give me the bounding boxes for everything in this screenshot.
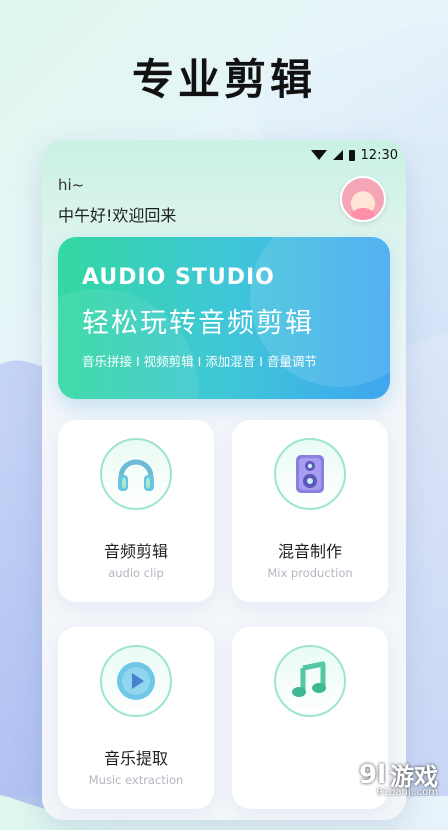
headphones-icon — [100, 438, 172, 510]
feature-banner[interactable]: AUDIO STUDIO 轻松玩转音频剪辑 音乐拼接 I 视频剪辑 I 添加混音… — [58, 237, 390, 399]
avatar-body — [350, 208, 376, 220]
card-music-extraction[interactable]: 音乐提取 Music extraction — [58, 627, 214, 809]
card-title: 音频剪辑 — [103, 542, 168, 561]
greeting-hi: hi~ — [58, 176, 85, 194]
speaker-icon — [274, 438, 346, 510]
battery-icon — [348, 149, 355, 161]
card-subtitle: audio clip — [108, 566, 164, 580]
signal-icon — [332, 150, 343, 160]
play-icon — [100, 645, 172, 717]
card-audio-clip[interactable]: 音频剪辑 audio clip — [58, 420, 214, 602]
avatar[interactable] — [340, 176, 386, 222]
banner-tags: 音乐拼接 I 视频剪辑 I 添加混音 I 音量调节 — [82, 354, 317, 369]
card-mix-production[interactable]: 混音制作 Mix production — [232, 420, 388, 602]
watermark-url: 91danji.com — [376, 787, 438, 798]
card-title: 混音制作 — [277, 542, 342, 561]
status-bar: 12:30 — [310, 144, 398, 166]
banner-title: AUDIO STUDIO — [82, 265, 275, 290]
card-subtitle: Mix production — [267, 566, 353, 580]
card-subtitle: Music extraction — [88, 773, 184, 787]
card-title: 音乐提取 — [103, 749, 168, 768]
banner-subtitle: 轻松玩转音频剪辑 — [82, 308, 314, 339]
music-note-icon — [274, 645, 346, 717]
promo-headline: 专业剪辑 — [131, 55, 316, 104]
avatar-face — [355, 192, 371, 208]
phone-frame: 12:30 hi~ 中午好!欢迎回来 AUDIO STUDIO 轻松玩转音频剪辑… — [42, 140, 406, 820]
wifi-icon — [310, 150, 327, 160]
watermark-logo: 9l — [358, 759, 386, 790]
status-time: 12:30 — [360, 147, 398, 163]
greeting-message: 中午好!欢迎回来 — [58, 206, 177, 225]
